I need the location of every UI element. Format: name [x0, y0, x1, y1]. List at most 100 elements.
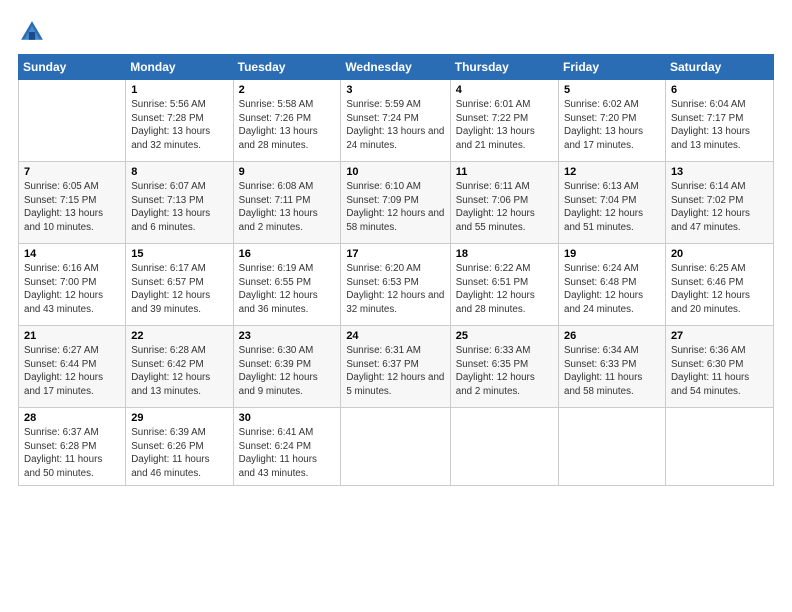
day-detail: Sunrise: 5:56 AMSunset: 7:28 PMDaylight:… [131, 98, 227, 153]
day-cell: 26 Sunrise: 6:34 AMSunset: 6:33 PMDaylig… [559, 326, 666, 408]
day-detail: Sunrise: 6:39 AMSunset: 6:26 PMDaylight:… [131, 426, 227, 481]
day-number: 13 [671, 166, 768, 178]
calendar: SundayMondayTuesdayWednesdayThursdayFrid… [18, 54, 774, 486]
day-cell: 19 Sunrise: 6:24 AMSunset: 6:48 PMDaylig… [559, 244, 666, 326]
day-detail: Sunrise: 6:22 AMSunset: 6:51 PMDaylight:… [456, 262, 553, 317]
logo-icon [18, 18, 46, 46]
weekday-header-saturday: Saturday [665, 55, 773, 80]
day-cell: 25 Sunrise: 6:33 AMSunset: 6:35 PMDaylig… [450, 326, 558, 408]
day-cell: 18 Sunrise: 6:22 AMSunset: 6:51 PMDaylig… [450, 244, 558, 326]
day-number: 12 [564, 166, 660, 178]
day-detail: Sunrise: 6:01 AMSunset: 7:22 PMDaylight:… [456, 98, 553, 153]
day-number: 27 [671, 330, 768, 342]
day-detail: Sunrise: 6:04 AMSunset: 7:17 PMDaylight:… [671, 98, 768, 153]
day-cell: 29 Sunrise: 6:39 AMSunset: 6:26 PMDaylig… [126, 408, 233, 486]
day-number: 6 [671, 84, 768, 96]
day-number: 10 [346, 166, 444, 178]
day-number: 23 [239, 330, 336, 342]
day-number: 4 [456, 84, 553, 96]
day-cell: 2 Sunrise: 5:58 AMSunset: 7:26 PMDayligh… [233, 80, 341, 162]
day-detail: Sunrise: 6:28 AMSunset: 6:42 PMDaylight:… [131, 344, 227, 399]
day-detail: Sunrise: 6:24 AMSunset: 6:48 PMDaylight:… [564, 262, 660, 317]
day-cell: 17 Sunrise: 6:20 AMSunset: 6:53 PMDaylig… [341, 244, 450, 326]
day-detail: Sunrise: 6:08 AMSunset: 7:11 PMDaylight:… [239, 180, 336, 235]
day-cell: 6 Sunrise: 6:04 AMSunset: 7:17 PMDayligh… [665, 80, 773, 162]
day-number: 25 [456, 330, 553, 342]
day-number: 17 [346, 248, 444, 260]
day-number: 30 [239, 412, 336, 424]
day-number: 9 [239, 166, 336, 178]
week-row-3: 14 Sunrise: 6:16 AMSunset: 7:00 PMDaylig… [19, 244, 774, 326]
day-cell [19, 80, 126, 162]
day-number: 24 [346, 330, 444, 342]
day-detail: Sunrise: 6:10 AMSunset: 7:09 PMDaylight:… [346, 180, 444, 235]
week-row-2: 7 Sunrise: 6:05 AMSunset: 7:15 PMDayligh… [19, 162, 774, 244]
day-detail: Sunrise: 6:07 AMSunset: 7:13 PMDaylight:… [131, 180, 227, 235]
day-detail: Sunrise: 6:30 AMSunset: 6:39 PMDaylight:… [239, 344, 336, 399]
day-number: 14 [24, 248, 120, 260]
day-detail: Sunrise: 6:31 AMSunset: 6:37 PMDaylight:… [346, 344, 444, 399]
day-number: 20 [671, 248, 768, 260]
day-detail: Sunrise: 6:41 AMSunset: 6:24 PMDaylight:… [239, 426, 336, 481]
day-detail: Sunrise: 6:19 AMSunset: 6:55 PMDaylight:… [239, 262, 336, 317]
day-detail: Sunrise: 6:02 AMSunset: 7:20 PMDaylight:… [564, 98, 660, 153]
day-detail: Sunrise: 6:20 AMSunset: 6:53 PMDaylight:… [346, 262, 444, 317]
day-number: 22 [131, 330, 227, 342]
day-cell: 9 Sunrise: 6:08 AMSunset: 7:11 PMDayligh… [233, 162, 341, 244]
day-detail: Sunrise: 6:16 AMSunset: 7:00 PMDaylight:… [24, 262, 120, 317]
weekday-header-friday: Friday [559, 55, 666, 80]
week-row-1: 1 Sunrise: 5:56 AMSunset: 7:28 PMDayligh… [19, 80, 774, 162]
day-number: 2 [239, 84, 336, 96]
day-cell: 16 Sunrise: 6:19 AMSunset: 6:55 PMDaylig… [233, 244, 341, 326]
day-number: 5 [564, 84, 660, 96]
day-number: 3 [346, 84, 444, 96]
day-cell: 20 Sunrise: 6:25 AMSunset: 6:46 PMDaylig… [665, 244, 773, 326]
day-number: 18 [456, 248, 553, 260]
day-number: 8 [131, 166, 227, 178]
day-number: 11 [456, 166, 553, 178]
day-detail: Sunrise: 6:27 AMSunset: 6:44 PMDaylight:… [24, 344, 120, 399]
day-cell: 12 Sunrise: 6:13 AMSunset: 7:04 PMDaylig… [559, 162, 666, 244]
day-cell: 21 Sunrise: 6:27 AMSunset: 6:44 PMDaylig… [19, 326, 126, 408]
day-detail: Sunrise: 6:34 AMSunset: 6:33 PMDaylight:… [564, 344, 660, 399]
day-number: 15 [131, 248, 227, 260]
weekday-header-wednesday: Wednesday [341, 55, 450, 80]
day-detail: Sunrise: 6:33 AMSunset: 6:35 PMDaylight:… [456, 344, 553, 399]
day-cell: 30 Sunrise: 6:41 AMSunset: 6:24 PMDaylig… [233, 408, 341, 486]
page: SundayMondayTuesdayWednesdayThursdayFrid… [0, 0, 792, 612]
day-cell: 22 Sunrise: 6:28 AMSunset: 6:42 PMDaylig… [126, 326, 233, 408]
header [18, 18, 774, 46]
day-detail: Sunrise: 5:59 AMSunset: 7:24 PMDaylight:… [346, 98, 444, 153]
weekday-header-sunday: Sunday [19, 55, 126, 80]
day-cell: 7 Sunrise: 6:05 AMSunset: 7:15 PMDayligh… [19, 162, 126, 244]
weekday-header-monday: Monday [126, 55, 233, 80]
day-cell: 23 Sunrise: 6:30 AMSunset: 6:39 PMDaylig… [233, 326, 341, 408]
day-number: 29 [131, 412, 227, 424]
day-detail: Sunrise: 5:58 AMSunset: 7:26 PMDaylight:… [239, 98, 336, 153]
day-cell [450, 408, 558, 486]
day-cell: 28 Sunrise: 6:37 AMSunset: 6:28 PMDaylig… [19, 408, 126, 486]
day-detail: Sunrise: 6:14 AMSunset: 7:02 PMDaylight:… [671, 180, 768, 235]
weekday-header-tuesday: Tuesday [233, 55, 341, 80]
day-detail: Sunrise: 6:13 AMSunset: 7:04 PMDaylight:… [564, 180, 660, 235]
day-number: 28 [24, 412, 120, 424]
weekday-header-thursday: Thursday [450, 55, 558, 80]
day-detail: Sunrise: 6:11 AMSunset: 7:06 PMDaylight:… [456, 180, 553, 235]
weekday-header-row: SundayMondayTuesdayWednesdayThursdayFrid… [19, 55, 774, 80]
week-row-5: 28 Sunrise: 6:37 AMSunset: 6:28 PMDaylig… [19, 408, 774, 486]
day-cell [559, 408, 666, 486]
day-detail: Sunrise: 6:05 AMSunset: 7:15 PMDaylight:… [24, 180, 120, 235]
day-cell: 24 Sunrise: 6:31 AMSunset: 6:37 PMDaylig… [341, 326, 450, 408]
day-detail: Sunrise: 6:36 AMSunset: 6:30 PMDaylight:… [671, 344, 768, 399]
day-number: 16 [239, 248, 336, 260]
day-detail: Sunrise: 6:25 AMSunset: 6:46 PMDaylight:… [671, 262, 768, 317]
day-cell: 1 Sunrise: 5:56 AMSunset: 7:28 PMDayligh… [126, 80, 233, 162]
day-cell: 3 Sunrise: 5:59 AMSunset: 7:24 PMDayligh… [341, 80, 450, 162]
logo [18, 18, 48, 46]
day-cell: 27 Sunrise: 6:36 AMSunset: 6:30 PMDaylig… [665, 326, 773, 408]
day-number: 1 [131, 84, 227, 96]
day-cell: 11 Sunrise: 6:11 AMSunset: 7:06 PMDaylig… [450, 162, 558, 244]
week-row-4: 21 Sunrise: 6:27 AMSunset: 6:44 PMDaylig… [19, 326, 774, 408]
day-cell: 5 Sunrise: 6:02 AMSunset: 7:20 PMDayligh… [559, 80, 666, 162]
day-cell: 8 Sunrise: 6:07 AMSunset: 7:13 PMDayligh… [126, 162, 233, 244]
